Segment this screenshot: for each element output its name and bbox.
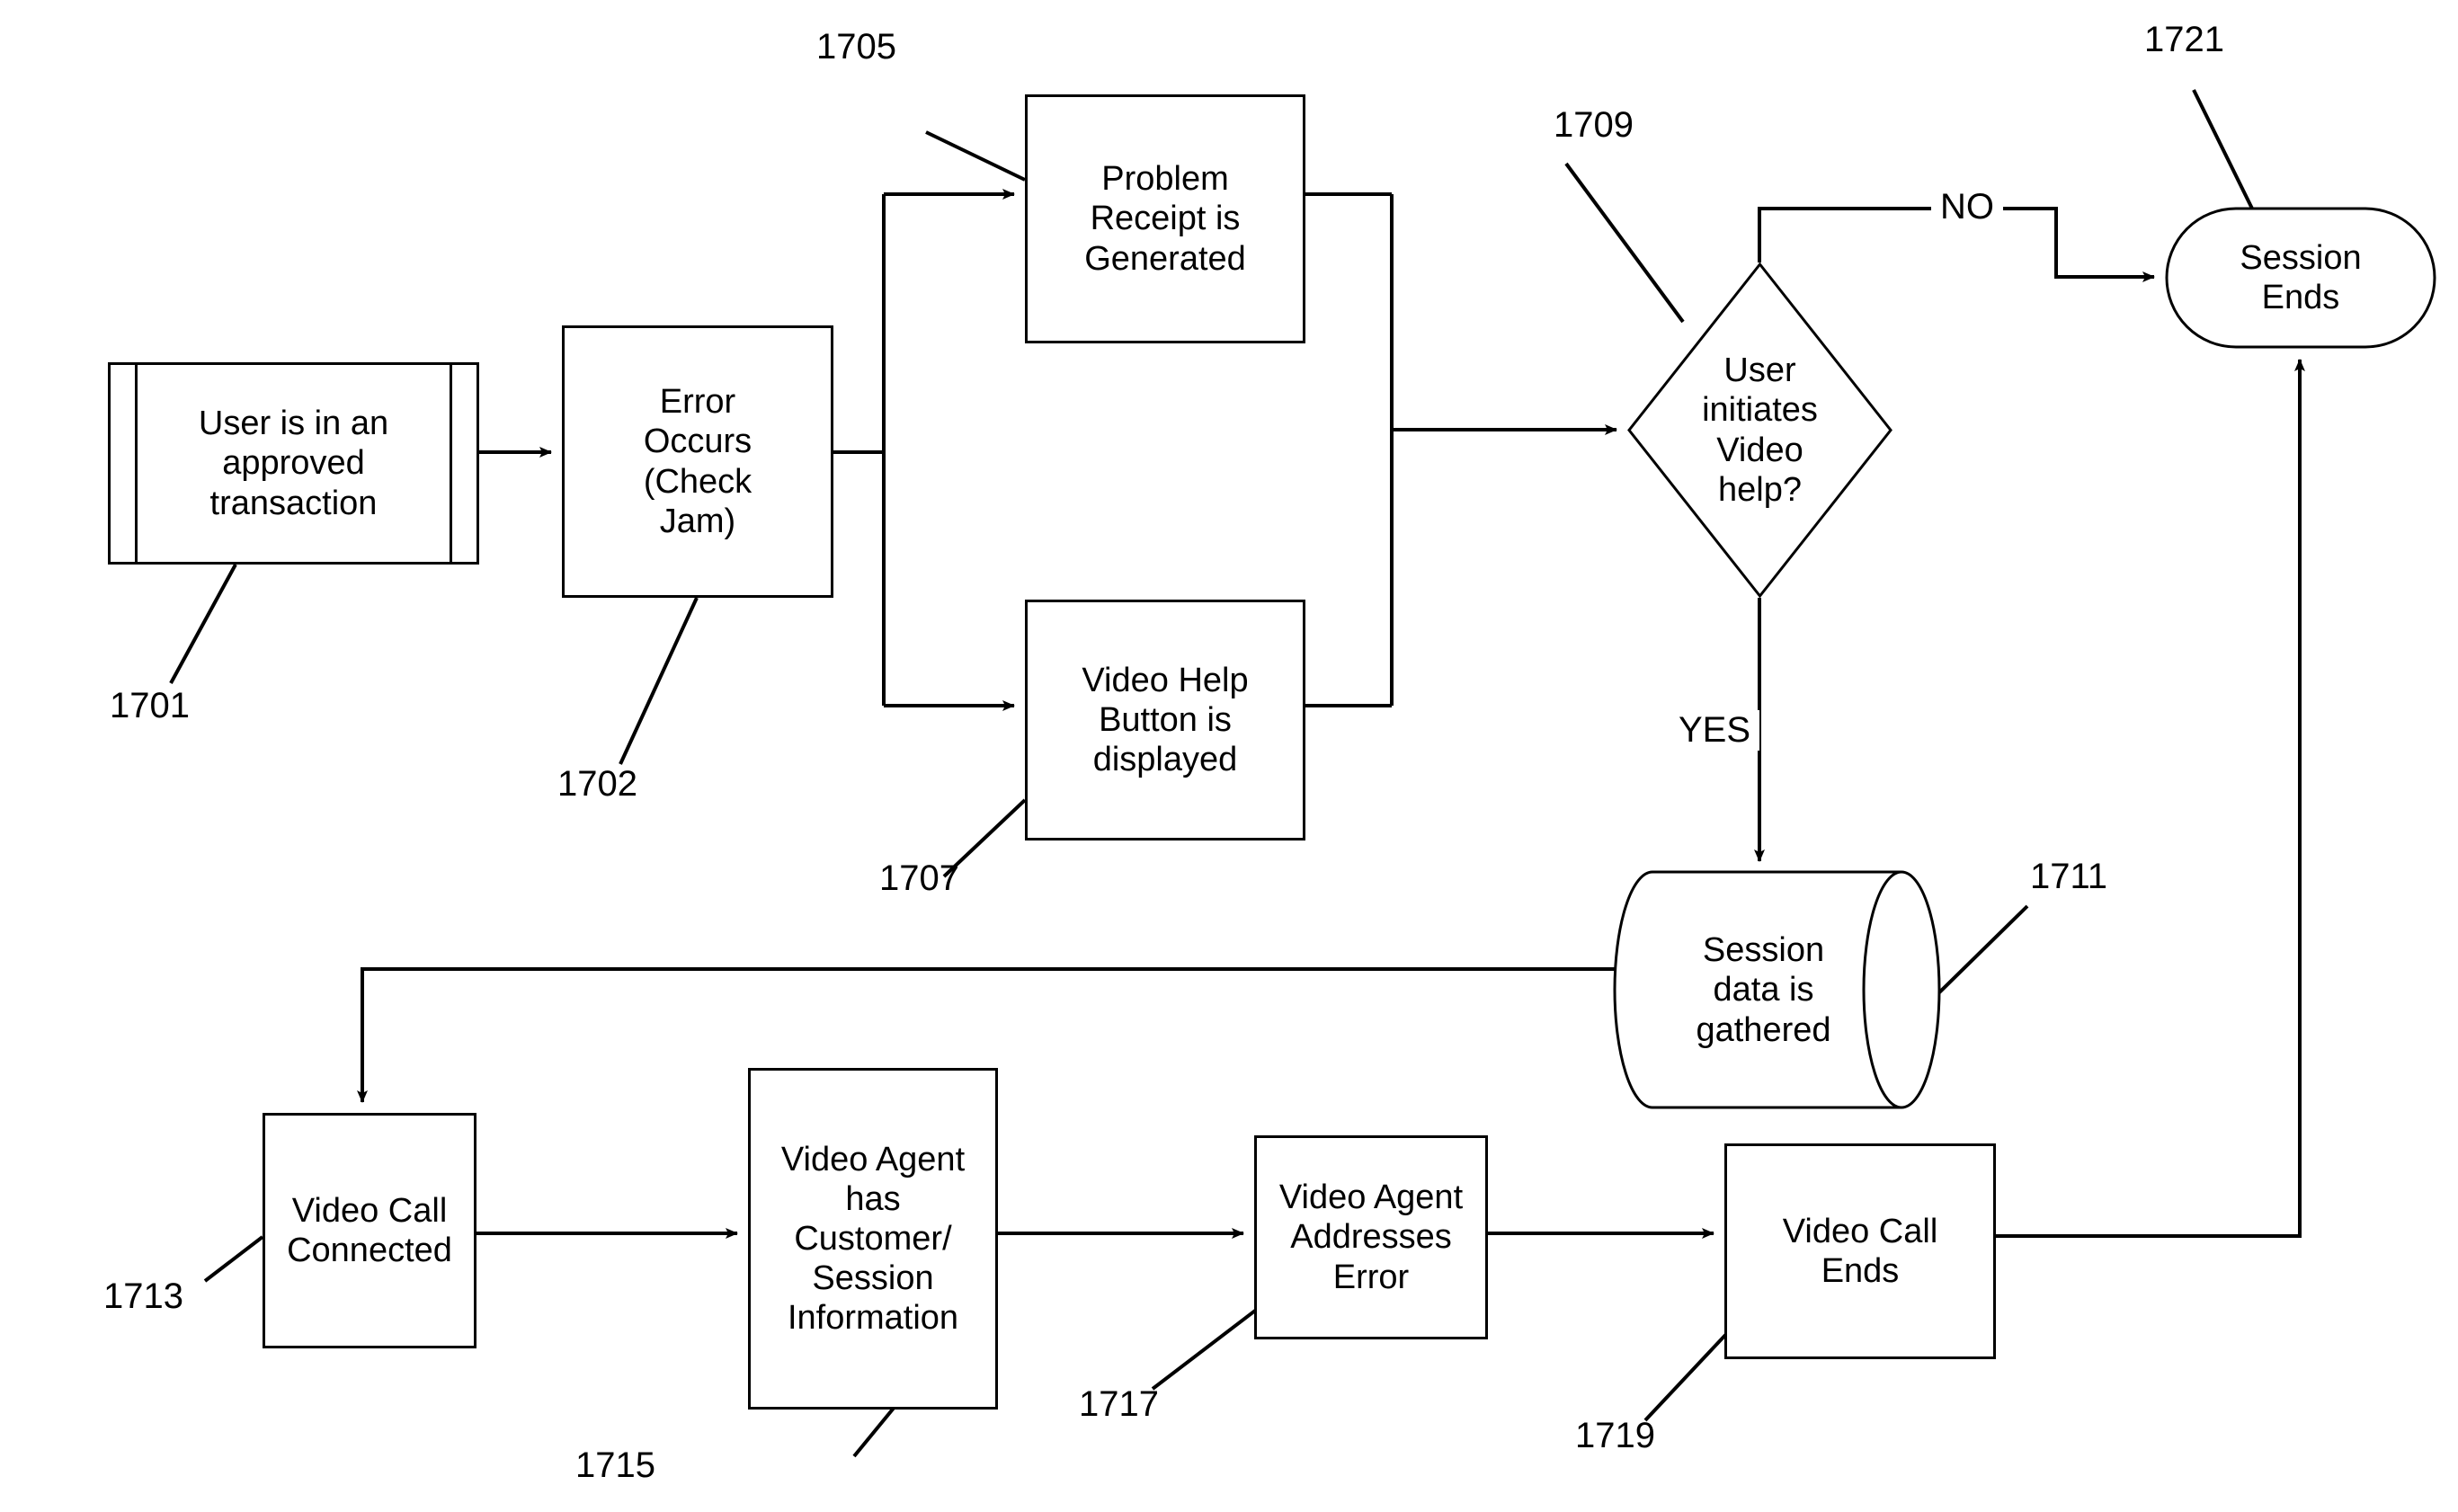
node-problem-receipt-generated[interactable]: Problem Receipt is Generated	[1025, 94, 1305, 343]
node-error-occurs[interactable]: Error Occurs (Check Jam)	[562, 325, 833, 598]
ref-numeral-1709: 1709	[1554, 105, 1634, 145]
node-label: User is in an approved transaction	[198, 405, 389, 522]
node-video-call-connected[interactable]: Video Call Connected	[263, 1113, 476, 1348]
node-label: Video Agent Addresses Error	[1278, 1178, 1464, 1296]
ref-numeral-1705: 1705	[816, 27, 896, 67]
node-user-approved-transaction[interactable]: User is in an approved transaction	[108, 362, 479, 565]
node-video-agent-addresses-error[interactable]: Video Agent Addresses Error	[1254, 1135, 1488, 1339]
predefined-process-right-bar	[450, 365, 452, 562]
node-label: Video Call Connected	[287, 1191, 452, 1269]
leader-1721	[2192, 89, 2254, 209]
edge-label-no: NO	[1931, 187, 2003, 227]
predefined-process-left-bar	[135, 365, 138, 562]
ref-numeral-1711: 1711	[2030, 857, 2108, 896]
node-label: Session data is gathered	[1696, 931, 1831, 1049]
edge-label-yes: YES	[1670, 710, 1760, 751]
ref-numeral-1702: 1702	[557, 764, 637, 804]
node-video-agent-has-customer-session-information[interactable]: Video Agent has Customer/ Session Inform…	[748, 1068, 998, 1410]
ref-numeral-1717: 1717	[1079, 1384, 1159, 1424]
flowchart-canvas: User is in an approved transaction Error…	[0, 0, 2458, 1512]
node-label: Video Help Button is displayed	[1082, 661, 1249, 779]
ref-numeral-1715: 1715	[575, 1445, 655, 1485]
leader-1711	[1929, 904, 2029, 1002]
node-label: Problem Receipt is Generated	[1084, 160, 1246, 278]
node-label: Error Occurs (Check Jam)	[643, 383, 753, 540]
node-video-help-button-displayed[interactable]: Video Help Button is displayed	[1025, 600, 1305, 840]
node-session-ends[interactable]: Session Ends	[2165, 207, 2436, 349]
node-user-initiates-video-help-decision[interactable]: User initiates Video help?	[1627, 262, 1892, 599]
ref-numeral-1701: 1701	[110, 686, 190, 725]
node-label: User initiates Video help?	[1702, 351, 1818, 509]
ref-numeral-1719: 1719	[1575, 1416, 1655, 1455]
ref-numeral-1707: 1707	[879, 858, 959, 898]
ref-numeral-1713: 1713	[103, 1276, 183, 1316]
node-session-data-gathered[interactable]: Session data is gathered	[1613, 870, 1941, 1110]
leader-1717	[1151, 1306, 1260, 1391]
node-label: Video Agent has Customer/ Session Inform…	[780, 1140, 966, 1338]
leader-1705	[925, 130, 1026, 182]
leader-1702	[619, 597, 699, 765]
node-label: Session Ends	[2240, 238, 2362, 316]
node-label: Video Call Ends	[1782, 1212, 1938, 1290]
leader-1701	[169, 564, 237, 684]
node-video-call-ends[interactable]: Video Call Ends	[1724, 1143, 1996, 1359]
edge-1719-to-1721	[1996, 359, 2305, 1238]
leader-1713	[203, 1235, 264, 1283]
ref-numeral-1721: 1721	[2144, 20, 2224, 59]
